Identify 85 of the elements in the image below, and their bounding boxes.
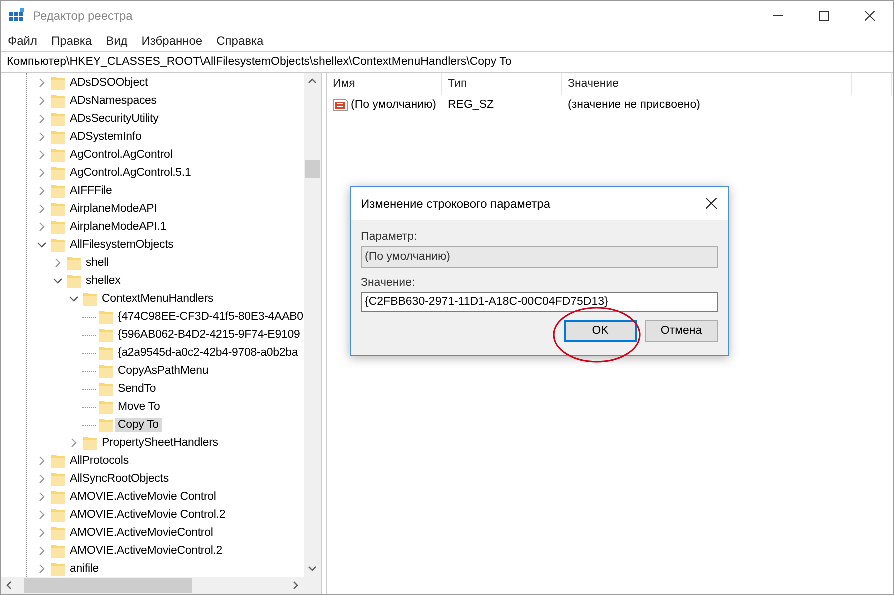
tree-item[interactable]: shellex xyxy=(83,274,124,288)
value-type: REG_SZ xyxy=(447,99,496,111)
scroll-thumb[interactable] xyxy=(305,160,320,178)
folder-icon xyxy=(50,75,66,91)
folder-icon xyxy=(50,489,66,505)
address-bar[interactable]: Компьютер\HKEY_CLASSES_ROOT\AllFilesystemObjects\shellex\ContextMenuHandlers\Copy To xyxy=(1,51,893,73)
folder-icon xyxy=(98,309,114,325)
close-icon xyxy=(706,198,716,209)
tree-item[interactable]: AllProtocols xyxy=(67,454,132,468)
tree-item[interactable]: CopyAsPathMenu xyxy=(115,364,212,378)
tree-item[interactable]: {474C98EE-CF3D-41f5-80E3-4AAB0 xyxy=(115,310,304,324)
tree-item[interactable]: {a2a9545d-a0c2-42b4-9708-a0b2ba xyxy=(115,346,302,360)
tree-item[interactable]: AirplaneModeAPI.1 xyxy=(67,220,170,234)
scroll-thumb[interactable] xyxy=(24,578,192,593)
window-title: Редактор реестра xyxy=(33,9,133,23)
folder-icon xyxy=(50,111,66,127)
menu-item[interactable]: Справка xyxy=(210,34,271,48)
tree-item[interactable]: ADsSecurityUtility xyxy=(67,112,162,126)
value-field[interactable]: {C2FBB630-2971-11D1-A18C-00C04FD75D13} xyxy=(361,292,718,312)
folder-icon xyxy=(50,561,66,577)
value-data: (значение не присвоено) xyxy=(567,99,702,111)
tree-item[interactable]: ContextMenuHandlers xyxy=(99,292,217,306)
string-value-icon xyxy=(333,97,349,113)
folder-icon xyxy=(50,93,66,109)
folder-icon xyxy=(50,543,66,559)
tree-item[interactable]: PropertySheetHandlers xyxy=(99,436,222,450)
tree-item[interactable]: ADsDSOObject xyxy=(67,76,152,90)
menu-item[interactable]: Избранное xyxy=(134,34,210,48)
value-name: (По умолчанию) xyxy=(350,99,438,111)
folder-icon xyxy=(50,183,66,199)
menu-item[interactable]: Правка xyxy=(44,34,100,48)
folder-icon xyxy=(50,129,66,145)
dialog-title: Изменение строкового параметра xyxy=(361,196,551,210)
folder-icon xyxy=(98,345,114,361)
folder-icon xyxy=(66,273,82,289)
field-label: Значение: xyxy=(361,276,416,291)
folder-icon xyxy=(50,507,66,523)
field-label: Параметр: xyxy=(361,230,418,245)
folder-icon xyxy=(98,327,114,343)
menu-item[interactable]: Вид xyxy=(99,34,135,48)
column-header[interactable]: Тип xyxy=(442,73,562,95)
menu-item[interactable]: Файл xyxy=(1,34,45,48)
tree-item[interactable]: AirplaneModeAPI xyxy=(67,202,160,216)
folder-icon xyxy=(50,525,66,541)
maximize-icon xyxy=(819,11,829,21)
folder-icon xyxy=(98,363,114,379)
folder-icon xyxy=(50,237,66,253)
folder-icon xyxy=(50,471,66,487)
tree-item[interactable]: AMOVIE.ActiveMovieControl.2 xyxy=(67,544,226,558)
folder-icon xyxy=(82,291,98,307)
tree-item[interactable]: AMOVIE.ActiveMovieControl xyxy=(67,526,216,540)
folder-icon xyxy=(82,435,98,451)
column-header[interactable]: Значение xyxy=(562,73,852,95)
tree-item[interactable]: Move To xyxy=(115,400,164,414)
tree-item[interactable]: ADsNamespaces xyxy=(67,94,160,108)
folder-icon xyxy=(50,219,66,235)
folder-icon xyxy=(50,165,66,181)
column-header[interactable]: Имя xyxy=(327,73,442,95)
dialog-button[interactable]: OK xyxy=(564,320,637,342)
tree-item[interactable]: SendTo xyxy=(115,382,160,396)
folder-icon xyxy=(66,255,82,271)
tree-item[interactable]: AgControl.AgControl.5.1 xyxy=(67,166,194,180)
tree-item[interactable]: AllFilesystemObjects xyxy=(67,238,177,252)
tree-item[interactable]: ADSystemInfo xyxy=(67,130,145,144)
tree-item[interactable]: shell xyxy=(83,256,112,270)
folder-icon xyxy=(98,381,114,397)
folder-icon xyxy=(50,147,66,163)
tree-item[interactable]: AIFFFile xyxy=(67,184,116,198)
tree-item[interactable]: {596AB062-B4D2-4215-9F74-E9109 xyxy=(115,328,304,342)
tree-item[interactable]: anifile xyxy=(67,562,102,576)
tree-item[interactable]: Copy To xyxy=(115,418,162,432)
close-icon xyxy=(865,11,875,21)
cubes-icon xyxy=(9,8,25,24)
horizontal-scrollbar[interactable] xyxy=(1,577,321,594)
folder-icon xyxy=(98,417,114,433)
folder-icon xyxy=(50,453,66,469)
folder-icon xyxy=(98,399,114,415)
tree-item[interactable]: AllSyncRootObjects xyxy=(67,472,172,486)
parameter-field[interactable]: (По умолчанию) xyxy=(361,246,718,268)
folder-icon xyxy=(50,201,66,217)
dialog-button[interactable]: Отмена xyxy=(645,320,718,342)
tree-item[interactable]: AMOVIE.ActiveMovie Control xyxy=(67,490,220,504)
vertical-scrollbar[interactable] xyxy=(304,73,321,577)
tree-item[interactable]: AMOVIE.ActiveMovie Control.2 xyxy=(67,508,229,522)
tree-item[interactable]: AgControl.AgControl xyxy=(67,148,176,162)
